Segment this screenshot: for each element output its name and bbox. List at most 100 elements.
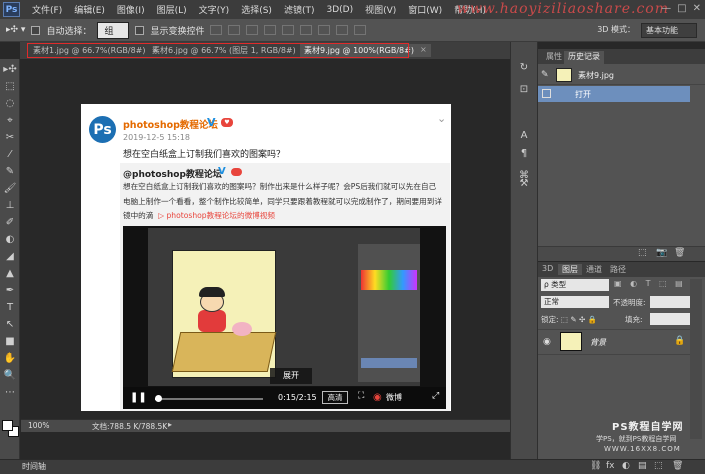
tab-paths[interactable]: 路径 — [610, 264, 626, 275]
marquee-tool-icon[interactable]: ⬚ — [3, 81, 17, 93]
move-tool-icon[interactable]: ▸✣ — [3, 64, 17, 76]
video-progress-track[interactable] — [155, 398, 263, 400]
align-top-icon[interactable] — [210, 25, 223, 35]
brush-tool-icon[interactable]: 🖌 — [3, 183, 17, 195]
tool-presets-icon[interactable]: ⚒ — [517, 178, 531, 190]
repost-text-line: 电脑上制作一个看看，整个制作比较简单，同学只要跟着教程就可以完成制作了，期间要用… — [123, 197, 442, 206]
properties-panel-icon[interactable]: ⊡ — [517, 84, 531, 96]
blur-tool-icon[interactable]: ▲ — [3, 268, 17, 280]
paragraph-panel-icon[interactable]: ¶ — [517, 148, 531, 160]
menu-window[interactable]: 窗口(W) — [402, 3, 448, 16]
move-tool-icon[interactable]: ▸✣ ▾ — [6, 25, 25, 35]
history-panel-icon[interactable]: ↻ — [517, 62, 531, 74]
history-step-open[interactable] — [538, 86, 690, 102]
camera-icon[interactable]: 📷 — [656, 248, 667, 258]
history-brush-source-icon[interactable]: ✎ — [541, 70, 549, 80]
weibo-icon[interactable]: ◉ — [373, 392, 382, 403]
align-bottom-icon[interactable] — [246, 25, 259, 35]
menu-type[interactable]: 文字(Y) — [193, 3, 236, 16]
layer-style-icon[interactable]: fx — [606, 461, 615, 471]
tab-timeline[interactable]: 时间轴 — [22, 461, 46, 472]
pen-tool-icon[interactable]: ✒ — [3, 285, 17, 297]
eye-icon[interactable]: ◉ — [543, 337, 551, 347]
new-document-icon[interactable]: ⬚ — [638, 248, 647, 258]
watermark-url: www.haoyiziliaoshare.com — [456, 1, 669, 17]
eraser-tool-icon[interactable]: ◐ — [3, 234, 17, 246]
color-swatches[interactable] — [2, 420, 20, 438]
trash-icon[interactable]: 🗑 — [674, 248, 685, 258]
hand-tool-icon[interactable]: ✋ — [3, 353, 17, 365]
minimize-icon[interactable]: — — [661, 3, 671, 14]
path-select-tool-icon[interactable]: ↖ — [3, 319, 17, 331]
layer-filter-dropdown[interactable]: ρ 类型 — [541, 279, 609, 291]
fullscreen-icon[interactable]: ⛶ — [358, 391, 364, 401]
distribute-middle-icon[interactable] — [336, 25, 349, 35]
show-transform-checkbox[interactable] — [135, 25, 145, 35]
expand-icon[interactable]: ⤢ — [432, 391, 439, 401]
quality-button[interactable]: 高清 — [322, 391, 348, 404]
show-transform-label: 显示变换控件 — [150, 26, 205, 37]
zoom-level[interactable]: 100% — [28, 421, 49, 430]
video-frame-pig — [232, 322, 252, 336]
menu-layer[interactable]: 图层(L) — [151, 3, 193, 16]
distribute-bottom-icon[interactable] — [354, 25, 367, 35]
pause-icon[interactable]: ❚❚ — [130, 392, 147, 403]
tab-channels[interactable]: 通道 — [586, 264, 602, 275]
expand-tooltip[interactable]: 展开 — [270, 368, 312, 384]
quick-select-tool-icon[interactable]: ⌖ — [3, 115, 17, 127]
history-brush-tool-icon[interactable]: ✐ — [3, 217, 17, 229]
character-panel-icon[interactable]: A — [517, 130, 531, 142]
post-date: 2019-12-5 15:18 — [123, 133, 190, 142]
link-layers-icon[interactable]: ⛓ — [590, 461, 601, 471]
type-tool-icon[interactable]: T — [3, 302, 17, 314]
distribute-top-icon[interactable] — [318, 25, 331, 35]
align-middle-icon[interactable] — [228, 25, 241, 35]
more-tools-icon[interactable]: ⋯ — [3, 387, 17, 399]
menu-3d[interactable]: 3D(D) — [320, 5, 359, 15]
zoom-tool-icon[interactable]: 🔍 — [3, 370, 17, 382]
shape-tool-icon[interactable]: ■ — [3, 336, 17, 348]
lasso-tool-icon[interactable]: ◌ — [3, 98, 17, 110]
menu-file[interactable]: 文件(F) — [26, 3, 68, 16]
adjustment-layer-icon[interactable]: ◐ — [622, 461, 630, 471]
align-left-icon[interactable] — [264, 25, 277, 35]
tab-3d[interactable]: 3D — [542, 264, 553, 273]
auto-select-checkbox[interactable] — [31, 25, 41, 35]
workspace-dropdown[interactable]: 基本功能 — [641, 23, 697, 38]
menu-filter[interactable]: 滤镜(T) — [278, 3, 321, 16]
chevron-right-icon[interactable]: ▸ — [168, 420, 172, 429]
align-right-icon[interactable] — [300, 25, 313, 35]
align-center-icon[interactable] — [282, 25, 295, 35]
menu-image[interactable]: 图像(I) — [111, 3, 151, 16]
tab-properties[interactable]: 属性 — [542, 51, 566, 62]
fill-field[interactable] — [650, 313, 690, 325]
gradient-tool-icon[interactable]: ◢ — [3, 251, 17, 263]
close-icon[interactable]: ✕ — [693, 3, 701, 14]
avatar: Ps — [89, 116, 116, 143]
healing-brush-tool-icon[interactable]: ✎ — [3, 166, 17, 178]
foreground-color-swatch[interactable] — [2, 420, 13, 431]
blend-mode-dropdown[interactable]: 正常 — [541, 296, 609, 308]
crop-tool-icon[interactable]: ✂ — [3, 132, 17, 144]
menu-edit[interactable]: 编辑(E) — [68, 3, 111, 16]
verified-icon: V — [218, 166, 226, 177]
layer-mask-icon[interactable]: ▤ — [638, 461, 647, 471]
verified-icon: V — [207, 116, 216, 129]
trash-icon[interactable]: 🗑 — [672, 461, 683, 471]
menu-select[interactable]: 选择(S) — [235, 3, 278, 16]
layers-scrollbar[interactable] — [690, 279, 702, 439]
menu-view[interactable]: 视图(V) — [359, 3, 402, 16]
layer-filter-icons[interactable]: ▣ ◐ T ⬚ ▤ — [614, 279, 686, 288]
tab-layers[interactable]: 图层 — [558, 264, 582, 275]
tab-history[interactable]: 历史记录 — [564, 51, 604, 64]
auto-select-dropdown[interactable]: 组 — [97, 21, 130, 39]
maximize-icon[interactable]: □ — [677, 3, 686, 14]
clone-stamp-tool-icon[interactable]: ⊥ — [3, 200, 17, 212]
photoshop-logo: Ps — [3, 2, 20, 17]
new-layer-icon[interactable]: ⬚ — [654, 461, 663, 471]
opacity-field[interactable] — [650, 296, 690, 308]
lock-icon: 🔒 — [674, 336, 686, 346]
close-icon[interactable]: × — [420, 45, 427, 56]
eyedropper-tool-icon[interactable]: ⁄ — [3, 149, 17, 161]
lock-options[interactable]: 锁定: ⬚ ✎ ✣ 🔒 — [541, 314, 597, 325]
